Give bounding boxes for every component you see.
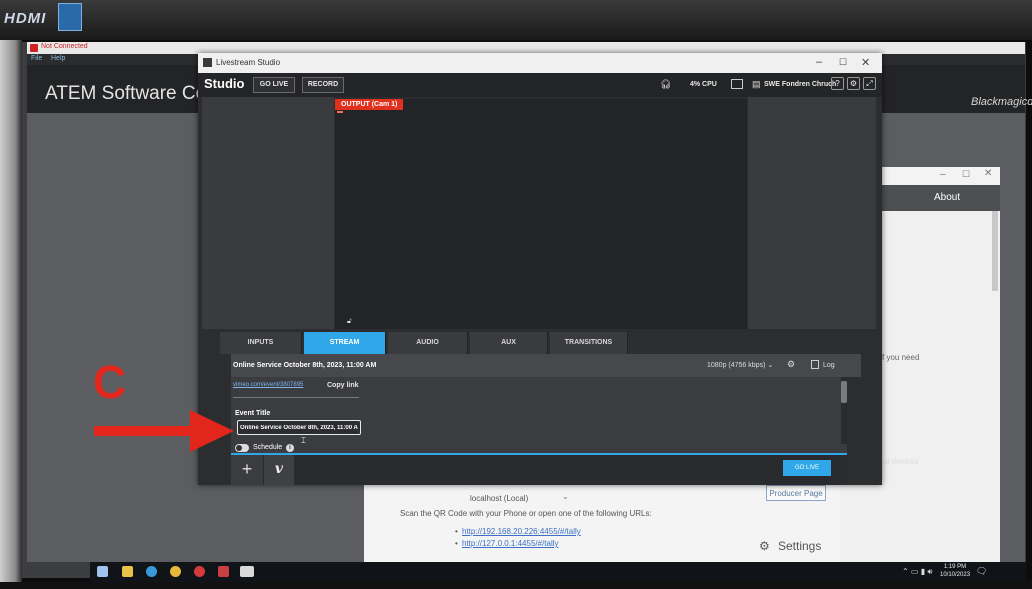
opera-browser-icon[interactable] [194,566,205,577]
log-icon[interactable] [811,360,819,369]
stream-settings: vimeo.com/event/3807895 Copy link Event … [231,377,841,451]
cpu-usage: 4% CPU [690,81,717,88]
gear-icon[interactable]: ⚙ [787,359,795,370]
blackmagic-brand: Blackmagicdes [971,96,1032,108]
connection-status: Not Connected [41,43,88,50]
hdmi-label: HDMI [4,10,47,27]
tab-aux[interactable]: AUX [470,332,548,354]
clock[interactable]: 1:19 PM 10/10/2023 [940,563,970,579]
lock-icon[interactable]: 🔓︎ [347,318,352,326]
stream-footer: + v GO LIVE [231,453,847,485]
gears-icon[interactable]: ⚙ [759,539,770,553]
help-icon[interactable]: ? [831,77,844,90]
monitor-bezel-top [0,0,1032,40]
copy-link-button[interactable]: Copy link [327,382,359,389]
windows-start-icon[interactable] [97,566,108,577]
schedule-label: Schedule [253,444,283,451]
studio-label: Studio [204,76,245,91]
annotation-arrow-icon [94,410,234,452]
atem-title: ATEM Software Cont [45,83,223,104]
monitor-bezel-left [0,40,22,589]
event-link[interactable]: vimeo.com/event/3807895 [233,382,303,388]
host-select[interactable]: localhost (Local) [470,494,528,503]
livestream-window: Livestream Studio – ☐ ✕ Studio GO LIVE R… [198,53,882,485]
log-button[interactable]: Log [823,362,835,369]
vimeo-icon[interactable]: v [264,455,294,485]
tab-stream[interactable]: STREAM [304,332,386,354]
chevron-down-icon[interactable]: ⌄ [562,492,569,501]
monitor-bezel-bottom [0,582,1032,589]
bullet-icon: • [455,539,458,548]
tally-url-link[interactable]: http://127.0.0.1:4455/#/tally [462,539,559,548]
livestream-taskbar-icon[interactable] [218,566,229,577]
layout-icon[interactable] [731,79,743,89]
taskbar: ⌃ ▭ ▮ 🔊︎ 1:19 PM 10/10/2023 🗨︎ [90,562,1026,582]
menu-file[interactable]: File [31,55,42,62]
producer-page-button[interactable]: Producer Page [766,485,826,501]
clock-date: 10/10/2023 [940,572,971,578]
minimize-icon[interactable]: – [940,169,946,180]
stream-go-live-button[interactable]: GO LIVE [783,460,831,476]
resolution-dropdown[interactable]: 1080p (4756 kbps) ⌄ [707,361,773,369]
atem-taskbar-icon[interactable] [240,566,254,577]
schedule-row: Schedule i [231,444,847,453]
close-icon[interactable]: ✕ [861,56,870,69]
output-monitor[interactable]: OUTPUT (Cam 1) 🔓︎ [335,99,747,329]
audio-meter [337,111,343,113]
add-destination-button[interactable]: + [231,455,263,485]
maximize-icon[interactable]: ☐ [962,169,970,180]
event-title-label: Event Title [235,410,271,417]
window-title: Livestream Studio [216,58,281,67]
headphones-icon[interactable]: 🎧︎ [660,79,671,90]
go-live-button[interactable]: GO LIVE [253,77,295,93]
tab-inputs[interactable]: INPUTS [220,332,302,354]
chevron-down-icon: ⌄ [767,362,774,369]
screen: HDMI Not Connected File Help ATEM Softwa… [0,0,1032,589]
resolution-value: 1080p (4756 kbps) [707,362,766,369]
tab-audio[interactable]: AUDIO [388,332,468,354]
studio-toolbar: Studio GO LIVE RECORD 🎧︎ 4% CPU ▤ SWE Fo… [198,73,882,97]
record-button[interactable]: RECORD [302,77,344,93]
settings-link[interactable]: Settings [778,539,821,553]
tally-panel: localhost (Local) ⌄ Producer Page Scan t… [364,478,840,564]
menu-help[interactable]: Help [51,55,65,62]
scrollbar[interactable] [841,377,847,451]
bullet-icon: • [455,527,458,536]
document-icon[interactable]: ▤ [752,79,761,90]
annotation-letter: C [93,356,127,408]
chrome-browser-icon[interactable] [170,566,181,577]
divider [233,397,359,398]
livestream-app-icon [203,58,212,67]
atem-app-icon [30,44,38,52]
stream-title: Online Service October 8th, 2023, 11:00 … [233,362,377,369]
schedule-toggle[interactable] [235,444,249,452]
scrollbar[interactable] [992,211,998,291]
event-title-input[interactable] [237,420,361,435]
toggle-knob [236,445,242,451]
about-link[interactable]: About [934,192,960,203]
close-icon[interactable]: ✕ [984,168,992,179]
preview-area-right [748,97,876,329]
gear-icon[interactable]: ⚙ [847,77,860,90]
module-tabs: INPUTS STREAM AUDIO AUX TRANSITIONS [220,332,860,354]
minimize-icon[interactable]: – [816,56,822,68]
scrollbar-thumb[interactable] [841,381,847,403]
file-explorer-icon[interactable] [122,566,133,577]
account-name[interactable]: SWE Fondren Chruch [764,81,836,88]
notification-icon[interactable]: 🗨︎ [976,566,987,577]
energy-star-logo [58,3,82,31]
edge-browser-icon[interactable] [146,566,157,577]
tally-url-link[interactable]: http://192.168.20.226:4455/#/tally [462,527,581,536]
scan-instructions: Scan the QR Code with your Phone or open… [400,509,652,518]
tab-transitions[interactable]: TRANSITIONS [550,332,628,354]
livestream-titlebar[interactable]: Livestream Studio – ☐ ✕ [198,53,882,73]
maximize-icon[interactable]: ☐ [839,57,847,68]
preview-area-left [202,97,334,329]
stream-header: Online Service October 8th, 2023, 11:00 … [231,354,861,377]
expand-icon[interactable]: ⤢ [863,77,876,90]
output-badge: OUTPUT (Cam 1) [335,99,404,110]
clock-time: 1:19 PM [943,564,967,570]
info-icon[interactable]: i [286,444,294,452]
system-tray-icons[interactable]: ⌃ ▭ ▮ 🔊︎ [902,567,932,577]
